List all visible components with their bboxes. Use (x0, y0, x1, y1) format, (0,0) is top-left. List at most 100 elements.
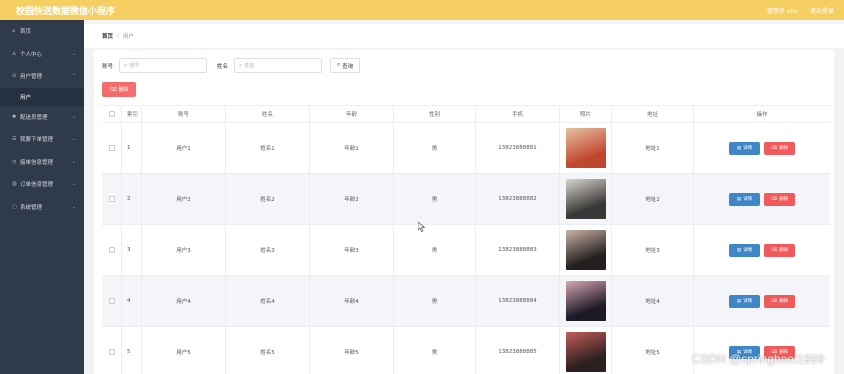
query-button-label: 查询 (342, 63, 354, 70)
cell-address: 地址5 (612, 327, 694, 374)
cell-phone: 13823888882 (476, 174, 560, 224)
row-checkbox[interactable] (108, 196, 115, 202)
batch-delete-button[interactable]: ⌫ 删除 (102, 82, 136, 97)
search-form: 账号 ⌕ 账号 姓名 ⌕ 姓名 ⌕ 查询 (102, 58, 361, 73)
user-table: 索引 账号 姓名 年龄 性别 手机 照片 地址 操作 1 用户1 姓名1 年龄1… (102, 105, 830, 374)
content-panel: 账号 ⌕ 账号 姓名 ⌕ 姓名 ⌕ 查询 ⌫ 删除 索引 账号 姓名 年龄 性别… (94, 50, 834, 374)
sidebar-item-order-taking[interactable]: ◷ 接单信息管理 ⌄ (0, 151, 84, 174)
cell-phone: 13823888883 (476, 225, 560, 275)
chart-icon: ▥ (12, 181, 17, 188)
row-checkbox[interactable] (108, 145, 115, 151)
breadcrumb-home[interactable]: 首页 (102, 32, 113, 40)
delete-button-label: 删除 (779, 197, 789, 202)
top-bar: 校园快送数据微信小程序 管理员 abo 退出登录 (0, 0, 844, 20)
user-photo[interactable] (565, 128, 606, 168)
search-icon: ⌕ (124, 61, 128, 69)
delete-button[interactable]: ⌫ 删除 (764, 141, 795, 155)
cell-name: 姓名1 (226, 123, 310, 173)
cell-age: 年龄1 (310, 123, 394, 173)
row-checkbox[interactable] (108, 298, 115, 304)
sidebar-item-label: 个人中心 (20, 51, 43, 58)
row-checkbox-cell[interactable] (102, 276, 122, 326)
account-input[interactable]: ⌕ 账号 (119, 58, 208, 73)
cell-account: 用户2 (142, 174, 226, 224)
name-input[interactable]: ⌕ 姓名 (234, 58, 323, 73)
cell-address: 地址3 (612, 225, 694, 275)
cell-index: 4 (122, 276, 142, 326)
row-checkbox[interactable] (108, 247, 115, 253)
sidebar-item-courier-management[interactable]: ✱ 配送员管理 ⌄ (0, 106, 84, 129)
cell-age: 年龄3 (310, 225, 394, 275)
table-row: 4 用户4 姓名4 年龄4 男 13823888884 地址4 ▤ 详情 ⌫ 删除 (102, 276, 830, 327)
row-checkbox-cell[interactable] (102, 327, 122, 374)
sidebar: ⌂ 首页 ♙ 个人中心 ⌄ ⊙ 用户管理 ⌃ 用户 ✱ 配送员管理 ⌄ ☰ 我要… (0, 20, 84, 374)
header-photo: 照片 (560, 106, 612, 122)
detail-button-label: 详情 (743, 146, 753, 151)
row-checkbox-cell[interactable] (102, 123, 122, 173)
cell-address: 地址1 (612, 123, 694, 173)
sidebar-item-label: 用户 (20, 94, 32, 101)
cell-age: 年龄2 (310, 174, 394, 224)
delete-button[interactable]: ⌫ 删除 (764, 192, 795, 206)
sidebar-item-label: 系统管理 (20, 204, 43, 211)
mouse-cursor-icon (418, 222, 426, 232)
row-checkbox-cell[interactable] (102, 225, 122, 275)
row-checkbox-cell[interactable] (102, 174, 122, 224)
detail-button[interactable]: ▤ 详情 (729, 141, 760, 155)
user-photo[interactable] (565, 332, 606, 372)
cell-index: 3 (122, 225, 142, 275)
trash-icon: ⌫ (770, 145, 778, 151)
cell-sex: 男 (394, 174, 476, 224)
cell-photo (560, 276, 612, 326)
cell-actions: ▤ 详情 ⌫ 删除 (694, 123, 830, 173)
admin-label: 管理员 abo (766, 8, 798, 15)
delete-button-label: 删除 (779, 299, 789, 304)
settings-icon: ✱ (12, 113, 17, 120)
sidebar-item-label: 用户管理 (20, 74, 43, 81)
sidebar-item-system[interactable]: ▢ 系统管理 ⌄ (0, 196, 84, 219)
table-header: 索引 账号 姓名 年龄 性别 手机 照片 地址 操作 (102, 106, 830, 123)
cell-index: 2 (122, 174, 142, 224)
delete-button[interactable]: ⌫ 删除 (764, 243, 795, 257)
sidebar-subitem-user[interactable]: 用户 (0, 87, 84, 106)
user-photo[interactable] (565, 230, 606, 270)
sidebar-item-profile[interactable]: ♙ 个人中心 ⌄ (0, 43, 84, 66)
cell-name: 姓名2 (226, 174, 310, 224)
user-photo[interactable] (565, 281, 606, 321)
select-all-checkbox[interactable] (108, 111, 115, 117)
detail-button-label: 详情 (743, 248, 753, 253)
account-label: 账号 (102, 63, 114, 70)
cell-sex: 男 (394, 225, 476, 275)
table-row: 3 用户3 姓名3 年龄3 男 13823888883 地址3 ▤ 详情 ⌫ 删除 (102, 225, 830, 276)
user-photo[interactable] (565, 179, 606, 219)
row-checkbox[interactable] (108, 349, 115, 355)
cell-age: 年龄5 (310, 327, 394, 374)
detail-button[interactable]: ▤ 详情 (729, 192, 760, 206)
sidebar-item-home[interactable]: ⌂ 首页 (0, 20, 84, 43)
cell-actions: ▤ 详情 ⌫ 删除 (694, 225, 830, 275)
chevron-up-icon: ⌃ (71, 73, 76, 79)
logout-link[interactable]: 退出登录 (810, 6, 834, 15)
cell-photo (560, 174, 612, 224)
delete-button-label: 删除 (779, 146, 789, 151)
user-icon: ♙ (12, 50, 17, 57)
table-row: 1 用户1 姓名1 年龄1 男 13823888881 地址1 ▤ 详情 ⌫ 删除 (102, 123, 830, 174)
sidebar-item-order-info[interactable]: ▥ 订单信息管理 ⌄ (0, 173, 84, 196)
header-sex: 性别 (394, 106, 476, 122)
cell-actions: ▤ 详情 ⌫ 删除 (694, 327, 830, 374)
list-icon: ☰ (12, 136, 17, 143)
detail-button[interactable]: ▤ 详情 (729, 294, 760, 308)
query-button[interactable]: ⌕ 查询 (330, 58, 361, 73)
cell-photo (560, 225, 612, 275)
sidebar-item-order-placement[interactable]: ☰ 我要下单管理 ⌄ (0, 128, 84, 151)
sidebar-item-user-management[interactable]: ⊙ 用户管理 ⌃ (0, 65, 84, 88)
cell-age: 年龄4 (310, 276, 394, 326)
detail-button[interactable]: ▤ 详情 (729, 243, 760, 257)
cell-address: 地址4 (612, 276, 694, 326)
header-checkbox-cell[interactable] (102, 106, 122, 122)
header-age: 年龄 (310, 106, 394, 122)
sidebar-item-label: 首页 (20, 29, 32, 36)
chevron-down-icon: ⌄ (71, 50, 76, 57)
cell-account: 用户5 (142, 327, 226, 374)
delete-button[interactable]: ⌫ 删除 (764, 294, 795, 308)
